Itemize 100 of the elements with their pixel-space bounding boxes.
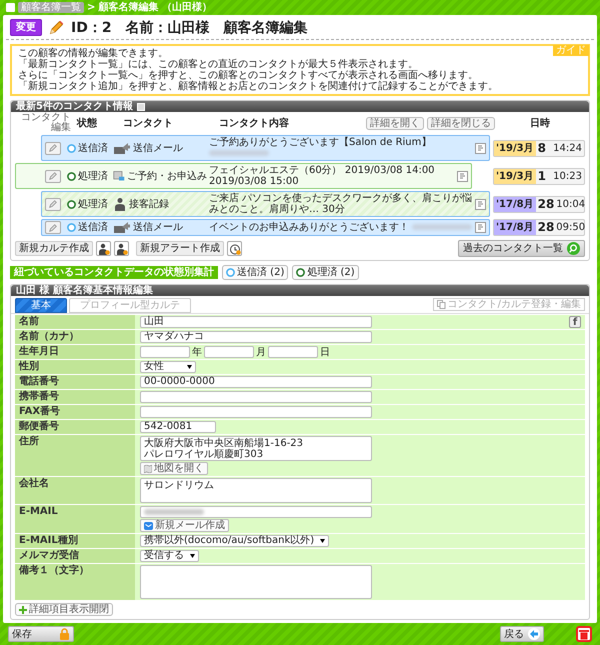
document-icon[interactable] xyxy=(457,170,468,182)
dropdown-arrow-icon xyxy=(320,539,326,543)
text-area[interactable] xyxy=(140,565,372,599)
select-field[interactable]: 受信する xyxy=(140,550,199,562)
pencil-icon xyxy=(48,199,58,209)
input-field[interactable]: 542-0081 xyxy=(140,421,216,433)
status-count-button[interactable]: 送信済 (2) xyxy=(222,265,288,280)
contact-type: 接客記録 xyxy=(129,198,169,210)
guide-text: この顧客の情報が編集できます。 xyxy=(18,48,168,59)
field-label: E-MAIL種別 xyxy=(15,534,135,548)
status-text: 送信済 xyxy=(78,222,108,233)
contact-content: ご来店 パソコンを使ったデスクワークが多く、肩こりが悩みとのこと。肩周りや… 30分 xyxy=(209,193,472,215)
save-button[interactable]: 保存 xyxy=(8,626,74,642)
field-label: 住所 xyxy=(15,435,135,476)
person-icon xyxy=(113,197,127,211)
search-icon xyxy=(567,242,580,255)
column-header: 状態 xyxy=(76,118,98,128)
field-label: E-MAIL xyxy=(15,505,135,533)
input-field[interactable]: ヤマダハナコ xyxy=(140,331,372,343)
day-number: 28 xyxy=(538,222,554,233)
panel-title: 山田 様 顧客名簿基本情報編集 xyxy=(11,285,589,296)
input-field[interactable]: 山田 xyxy=(140,316,372,328)
column-header: コンタクト内容 xyxy=(219,118,290,128)
plus-icon xyxy=(19,606,27,614)
new-chart-button[interactable] xyxy=(96,241,111,256)
alarm-icon xyxy=(228,242,240,254)
mail-send-icon xyxy=(113,221,131,234)
text-area[interactable]: 大阪府大阪市中央区南船場1-16-23 パレロワイヤル順慶町303 xyxy=(140,436,372,461)
pencil-icon xyxy=(48,19,65,36)
history-button[interactable]: 過去のコンタクト一覧 xyxy=(458,240,585,257)
new-chart-label: 新規カルテ作成 xyxy=(15,241,93,256)
back-button[interactable]: 戻る xyxy=(500,626,544,642)
toggle-icon[interactable] xyxy=(136,102,145,110)
time-text: 10:23 xyxy=(553,170,583,182)
copy-icon xyxy=(436,300,446,309)
contact-row[interactable]: 処理済 ご予約・お申込み フェイシャルエステ（60分） 2019/03/08 14:00 2019/03/08 15:00 xyxy=(15,163,472,189)
input-field[interactable] xyxy=(204,346,254,358)
select-field[interactable]: 携帯以外(docomo/au/softbank以外) xyxy=(140,535,330,547)
calendar-icon xyxy=(113,169,125,183)
field-label: 生年月日 xyxy=(15,345,135,359)
select-field[interactable]: 女性 xyxy=(140,361,196,373)
month-label: '19/3月 xyxy=(494,168,536,184)
expand-button[interactable]: 詳細を開く xyxy=(366,116,424,130)
status-count-button[interactable]: 処理済 (2) xyxy=(292,265,359,280)
month-label: '17/8月 xyxy=(494,196,536,212)
input-field[interactable] xyxy=(140,391,372,403)
day-number: 1 xyxy=(538,170,546,182)
field-label: 名前（カナ） xyxy=(15,330,135,344)
pencil-icon xyxy=(48,222,58,232)
guide-text: 「新規コンタクト追加」を押すと、顧客情報とお店とのコンタクトを関連付けて記録することができます。 xyxy=(18,81,498,92)
month-label: '19/3月 xyxy=(494,140,536,156)
input-field[interactable] xyxy=(268,346,318,358)
day-number: 8 xyxy=(538,142,546,154)
column-header: コンタクト xyxy=(123,118,174,128)
guide-text: 「最新コンタクト一覧」には、この顧客との直近のコンタクトが最大５件表示されます。 xyxy=(18,59,418,70)
contact-row[interactable]: 送信済 送信メール ご予約ありがとうございます【Salon de Rium】 xyxy=(41,135,490,161)
new-mail-button[interactable]: 新規メール作成 xyxy=(140,519,229,532)
input-field[interactable] xyxy=(140,346,190,358)
date-unit: 年 xyxy=(192,346,202,358)
page-title: ID：2 名前：山田様 顧客名簿編集 xyxy=(71,20,308,36)
lock-icon xyxy=(59,628,70,640)
document-icon[interactable] xyxy=(475,222,486,233)
edit-button[interactable] xyxy=(45,142,61,154)
edit-button[interactable] xyxy=(45,198,61,210)
contact-content: ご予約ありがとうございます【Salon de Rium】 xyxy=(209,137,432,148)
dropdown-arrow-icon xyxy=(190,554,195,558)
map-icon xyxy=(144,464,152,472)
document-icon[interactable] xyxy=(475,142,486,154)
input-field[interactable] xyxy=(140,406,372,418)
pencil-icon xyxy=(48,171,58,181)
field-label: 性別 xyxy=(15,360,135,374)
date-unit: 月 xyxy=(256,346,266,358)
time-text: 14:24 xyxy=(553,142,583,154)
breadcrumb-current: 顧客名簿編集 （山田様） xyxy=(98,2,212,13)
breadcrumb-separator: > xyxy=(87,2,96,13)
new-alert-button[interactable] xyxy=(227,241,242,256)
collapse-button[interactable]: 詳細を閉じる xyxy=(427,116,495,130)
back-arrow-icon xyxy=(528,628,540,640)
input-field[interactable] xyxy=(140,506,372,518)
text-area[interactable]: サロンドリウム xyxy=(140,478,372,503)
status-text: 処理済 xyxy=(78,198,108,210)
edit-button[interactable] xyxy=(45,221,61,234)
field-label: 名前 xyxy=(15,315,135,329)
dropdown-arrow-icon xyxy=(187,365,192,369)
contact-row[interactable]: 送信済 送信メール イベントのお申込みありがとうございます！ xyxy=(41,219,490,236)
contact-row[interactable]: 処理済 接客記録 ご来店 パソコンを使ったデスクワークが多く、肩こりが悩みとのこと。肩周りや… 30分 xyxy=(41,191,490,217)
facebook-button[interactable]: f xyxy=(569,316,581,328)
day-number: 28 xyxy=(538,198,554,210)
document-icon[interactable] xyxy=(475,198,486,210)
status-text: 送信済 xyxy=(78,142,108,154)
delete-button[interactable] xyxy=(576,626,592,642)
field-label: FAX番号 xyxy=(15,405,135,419)
trash-icon xyxy=(579,628,589,640)
map-button[interactable]: 地図を開く xyxy=(140,462,208,475)
contact-type: ご予約・お申込み xyxy=(127,170,207,182)
edit-button[interactable] xyxy=(45,170,61,182)
tab[interactable]: 基本 xyxy=(15,298,67,313)
details-toggle-button[interactable]: 詳細項目表示開閉 xyxy=(15,603,113,616)
new-chart-button[interactable] xyxy=(114,241,129,256)
input-field[interactable]: 00-0000-0000 xyxy=(140,376,372,388)
